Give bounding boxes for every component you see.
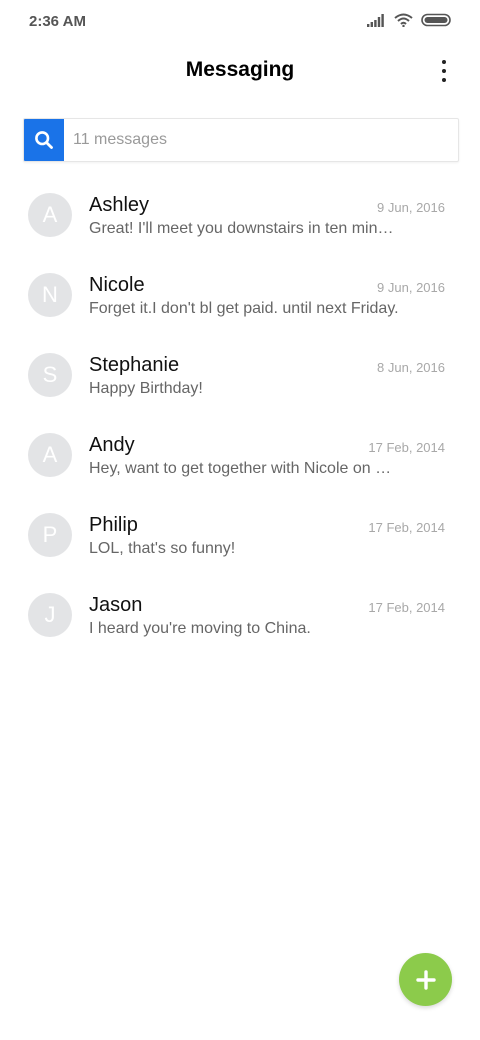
conversation-row[interactable]: S Stephanie 8 Jun, 2016 Happy Birthday! — [0, 340, 480, 420]
more-vert-icon[interactable] — [436, 58, 452, 84]
conversation-row[interactable]: J Jason 17 Feb, 2014 I heard you're movi… — [0, 580, 480, 660]
message-preview: Happy Birthday! — [89, 380, 203, 397]
contact-name: Andy — [89, 434, 135, 456]
menu-dot — [442, 60, 446, 64]
menu-dot — [442, 69, 446, 73]
contact-name: Jason — [89, 594, 143, 616]
status-bar: 2:36 AM — [0, 0, 480, 44]
message-date: 17 Feb, 2014 — [368, 520, 445, 535]
status-icons — [367, 13, 452, 27]
message-preview: Forget it.I don't bl get paid. until nex… — [89, 300, 399, 317]
avatar: A — [28, 193, 72, 237]
contact-name: Ashley — [89, 194, 150, 216]
app-bar: Messaging — [0, 44, 480, 100]
avatar: N — [28, 273, 72, 317]
plus-icon — [415, 969, 436, 990]
contact-name: Nicole — [89, 274, 145, 296]
signal-icon — [367, 13, 384, 27]
message-date: 17 Feb, 2014 — [368, 440, 445, 455]
new-message-button[interactable] — [399, 953, 452, 1006]
avatar: S — [28, 353, 72, 397]
message-date: 9 Jun, 2016 — [377, 200, 445, 215]
status-time: 2:36 AM — [29, 13, 86, 30]
menu-dot — [442, 78, 446, 82]
search-bar — [23, 118, 459, 162]
search-icon — [35, 131, 53, 149]
conversation-row[interactable]: N Nicole 9 Jun, 2016 Forget it.I don't b… — [0, 260, 480, 340]
battery-icon — [421, 13, 451, 27]
avatar: P — [28, 513, 72, 557]
page-title: Messaging — [185, 58, 295, 81]
conversation-list: A Ashley 9 Jun, 2016 Great! I'll meet yo… — [0, 180, 480, 660]
avatar: A — [28, 433, 72, 477]
message-date: 17 Feb, 2014 — [368, 600, 445, 615]
message-preview: Great! I'll meet you downstairs in ten m… — [89, 220, 399, 237]
message-date: 9 Jun, 2016 — [377, 280, 445, 295]
conversation-row[interactable]: A Andy 17 Feb, 2014 Hey, want to get tog… — [0, 420, 480, 500]
message-date: 8 Jun, 2016 — [377, 360, 445, 375]
message-preview: LOL, that's so funny! — [89, 540, 236, 557]
search-button[interactable] — [24, 119, 64, 161]
contact-name: Philip — [89, 514, 138, 536]
message-preview: Hey, want to get together with Nicole on… — [89, 460, 399, 477]
conversation-row[interactable]: P Philip 17 Feb, 2014 LOL, that's so fun… — [0, 500, 480, 580]
avatar: J — [28, 593, 72, 637]
conversation-row[interactable]: A Ashley 9 Jun, 2016 Great! I'll meet yo… — [0, 180, 480, 260]
wifi-icon — [394, 13, 413, 27]
contact-name: Stephanie — [89, 354, 180, 376]
message-preview: I heard you're moving to China. — [89, 620, 311, 637]
search-input[interactable] — [64, 119, 458, 161]
